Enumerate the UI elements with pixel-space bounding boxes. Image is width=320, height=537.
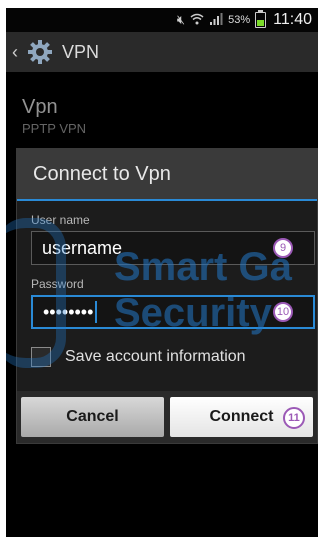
watermark-logo xyxy=(6,218,66,368)
step-badge-9: 9 xyxy=(273,238,293,258)
phone-screen: 🔇︎ 53% 11:40 ‹ VPN Vpn PPTP VPN Connect … xyxy=(6,8,318,537)
action-bar-title: VPN xyxy=(62,41,100,62)
action-bar: ‹ VPN xyxy=(6,32,318,72)
save-account-label: Save account information xyxy=(65,348,246,365)
status-bar: 🔇︎ 53% 11:40 xyxy=(6,8,318,32)
battery-percent: 53% xyxy=(228,14,251,26)
battery-icon xyxy=(255,10,267,28)
wifi-icon xyxy=(190,13,204,28)
dialog-header: Connect to Vpn xyxy=(17,149,317,201)
connect-button[interactable]: Connect 11 xyxy=(170,397,313,437)
step-badge-10: 10 xyxy=(273,302,293,322)
text-cursor xyxy=(95,301,98,323)
dialog-title: Connect to Vpn xyxy=(33,162,171,185)
gear-icon xyxy=(26,38,54,66)
connect-button-label: Connect xyxy=(209,408,274,425)
step-badge-11: 11 xyxy=(283,407,305,429)
mute-icon: 🔇︎ xyxy=(176,12,186,27)
cancel-button[interactable]: Cancel xyxy=(21,397,164,437)
back-icon[interactable]: ‹ xyxy=(12,42,18,63)
clock: 11:40 xyxy=(273,11,312,28)
dialog-button-bar: Cancel Connect 11 xyxy=(17,391,317,443)
cancel-button-label: Cancel xyxy=(66,408,119,425)
signal-icon xyxy=(209,12,223,28)
